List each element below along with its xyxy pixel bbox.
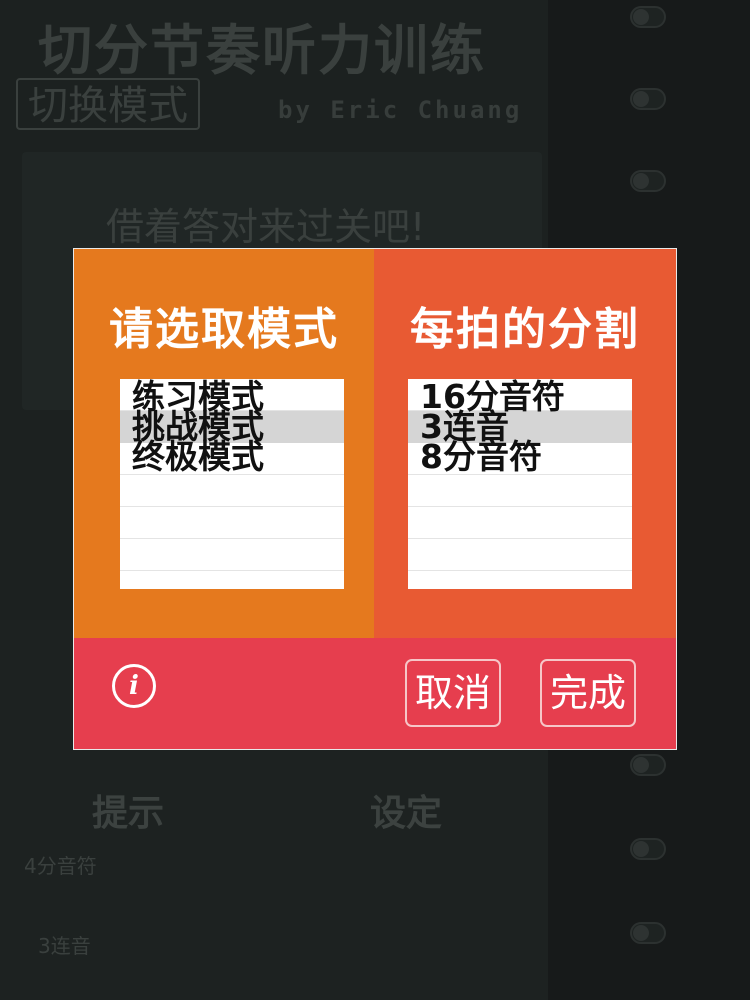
division-column: 每拍的分割 16分音符 3连音 8分音符 (374, 249, 676, 638)
setting-item-label: 4分音符 (24, 854, 97, 878)
toggle-switch (630, 838, 666, 860)
app-title: 切分节奏听力训练 (38, 19, 486, 82)
mode-column: 请选取模式 练习模式 挑战模式 终极模式 (74, 249, 374, 638)
cancel-button[interactable]: 取消 (405, 659, 501, 727)
division-column-title: 每拍的分割 (410, 304, 640, 355)
setting-item-label: 3连音 (38, 934, 91, 958)
info-icon[interactable]: i (112, 664, 156, 708)
toggle-switch (630, 754, 666, 776)
picker-row (120, 475, 344, 507)
mode-option-ultimate[interactable]: 终极模式 (132, 440, 264, 473)
picker-row (120, 539, 344, 571)
mode-picker-dialog: 请选取模式 练习模式 挑战模式 终极模式 每拍的分割 16分音符 3连音 8分音… (74, 249, 676, 749)
toggle-switch (630, 6, 666, 28)
picker-row (408, 507, 632, 539)
mode-picker[interactable]: 练习模式 挑战模式 终极模式 (120, 379, 344, 589)
dialog-footer: i 取消 完成 (74, 638, 676, 749)
done-button[interactable]: 完成 (540, 659, 636, 727)
mode-column-title: 请选取模式 (109, 304, 339, 355)
picker-row (408, 475, 632, 507)
picker-row (120, 507, 344, 539)
setting-label: 设定 (370, 793, 443, 834)
division-option-8th[interactable]: 8分音符 (420, 440, 542, 473)
hint-label: 提示 (92, 793, 165, 834)
toggle-switch (630, 88, 666, 110)
toggle-switch (630, 922, 666, 944)
author-label: by Eric Chuang (278, 96, 523, 124)
message-text: 借着答对来过关吧! (106, 205, 426, 249)
division-picker[interactable]: 16分音符 3连音 8分音符 (408, 379, 632, 589)
toggle-switch (630, 170, 666, 192)
switch-mode-button: 切换模式 (16, 78, 200, 130)
picker-row (408, 539, 632, 571)
